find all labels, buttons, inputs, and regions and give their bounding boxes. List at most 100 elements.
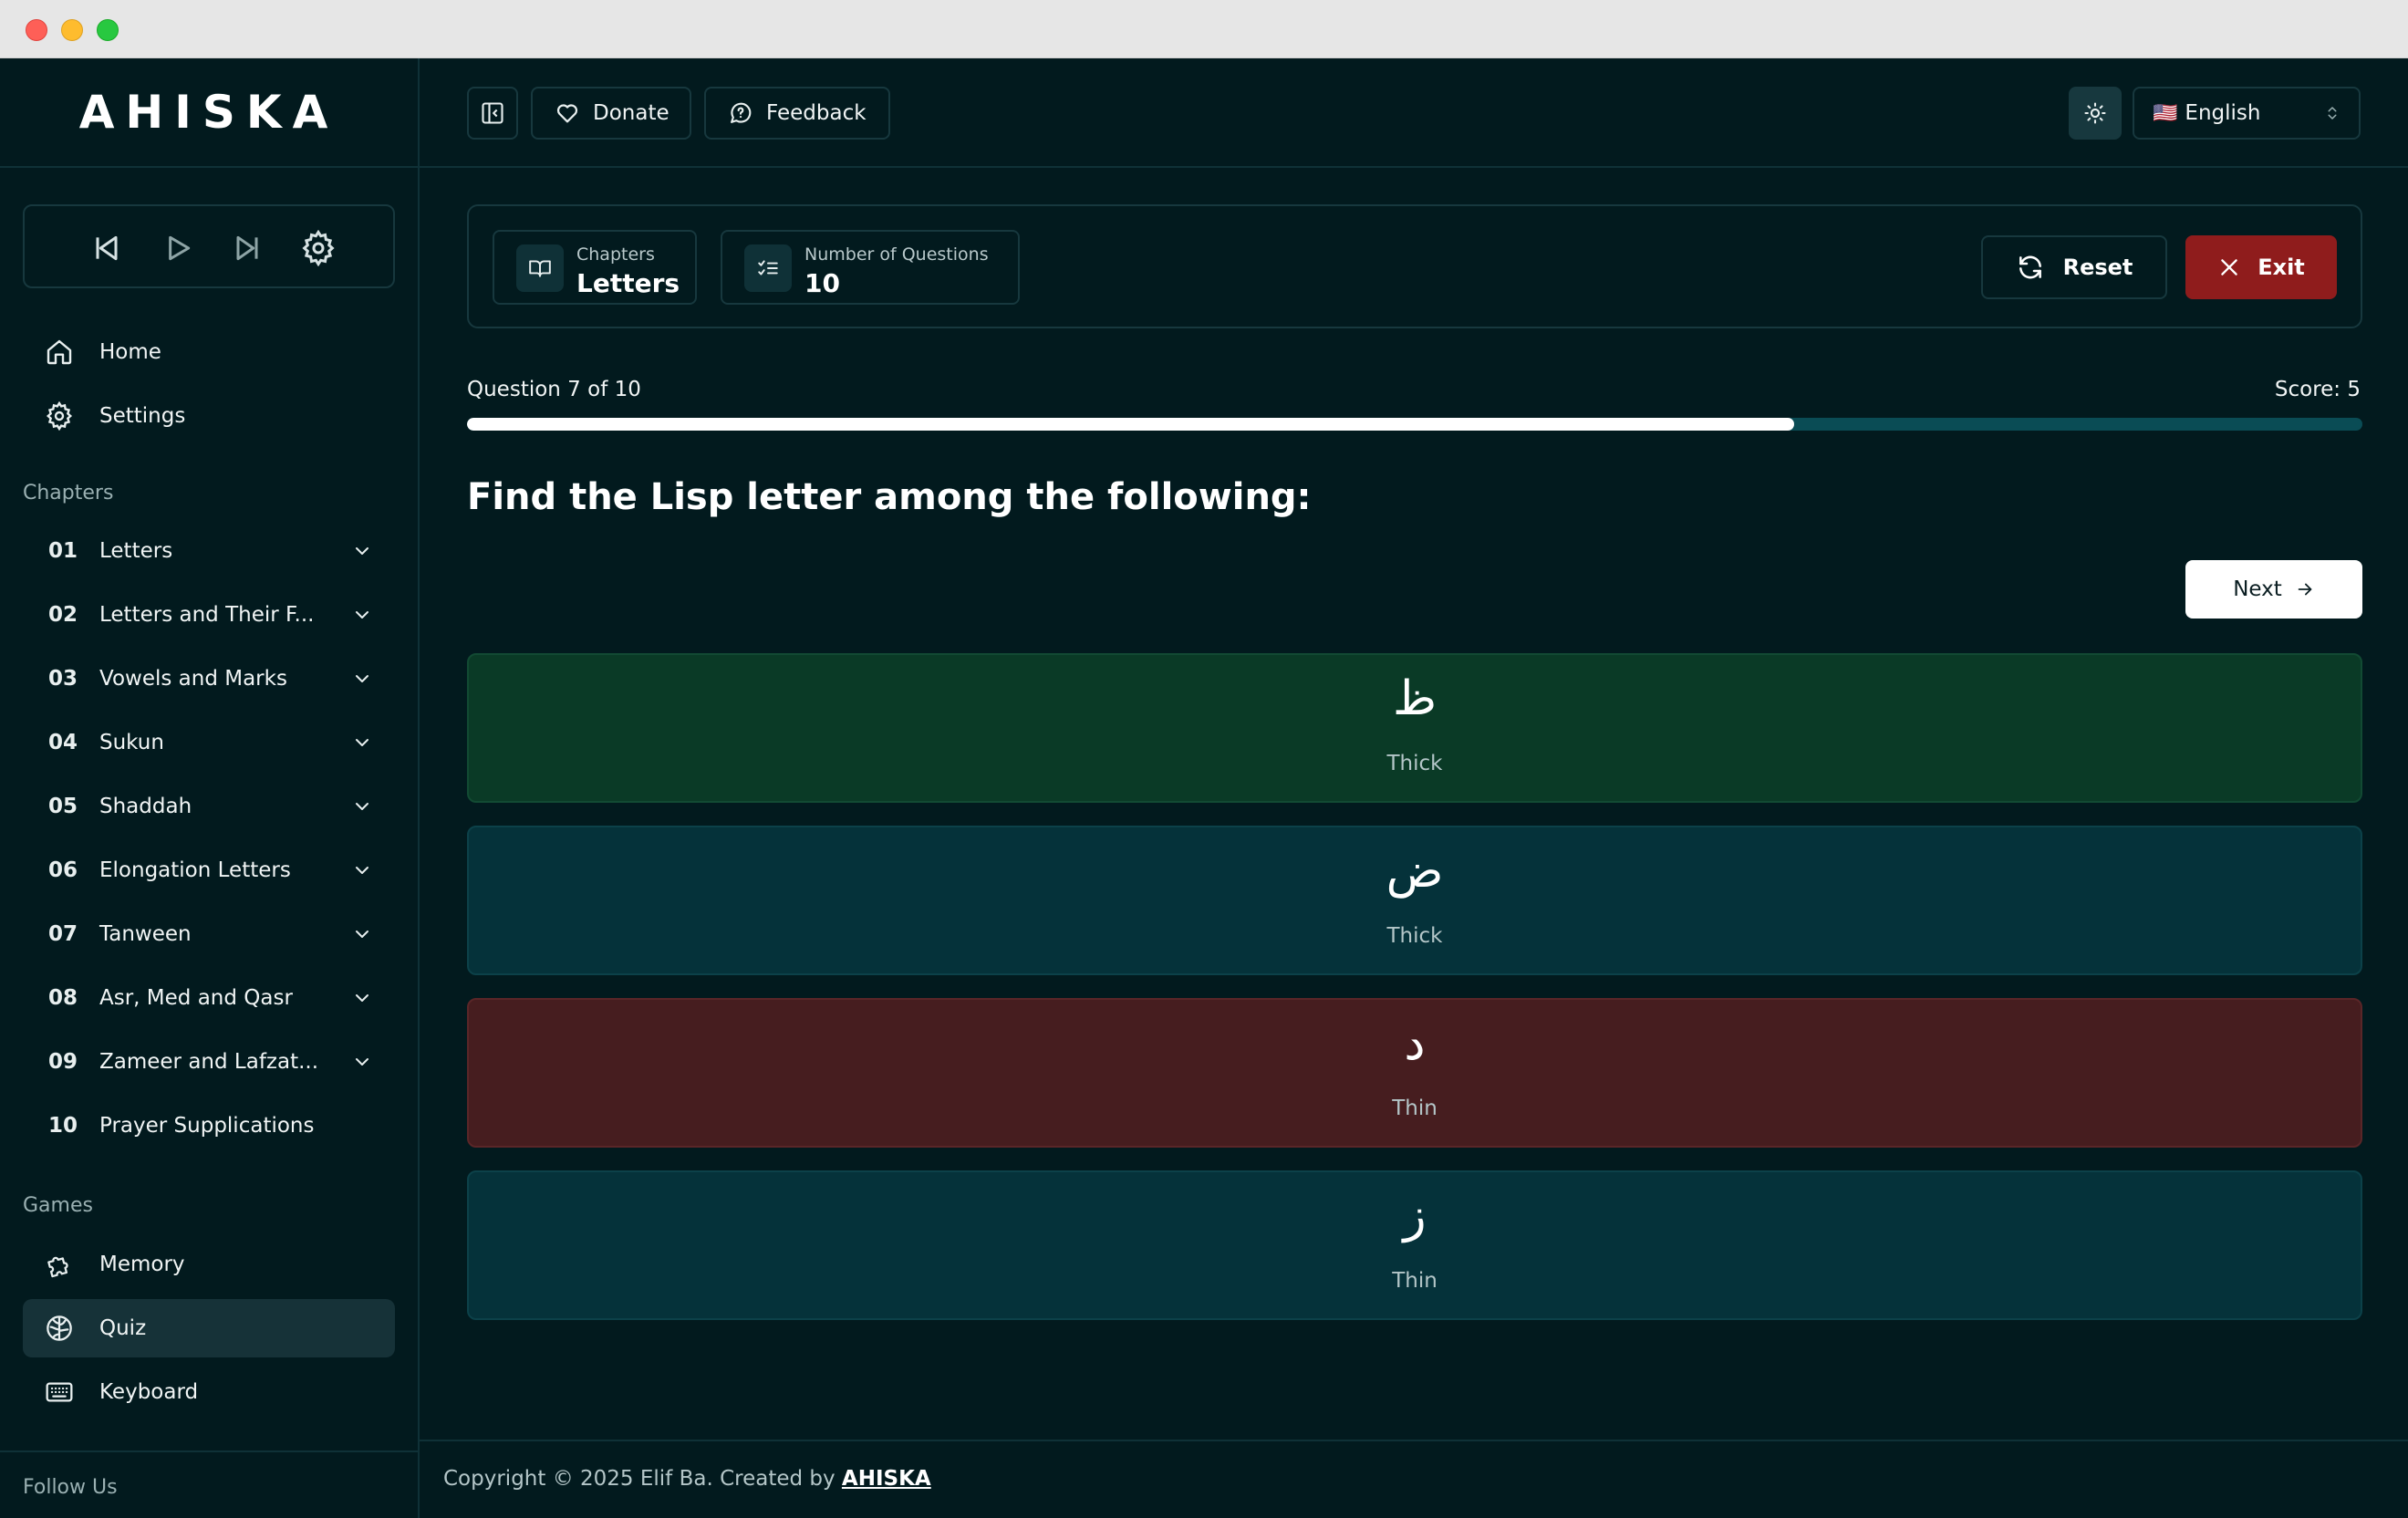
chapter-label: Sukun <box>99 731 164 754</box>
game-quiz-label: Quiz <box>99 1316 147 1340</box>
option-letter: د <box>1404 1016 1426 1071</box>
option-type: Thin <box>1392 1097 1438 1120</box>
brand-logo[interactable]: AHISKA <box>0 58 418 168</box>
book-open-icon <box>516 244 564 292</box>
donate-button[interactable]: Donate <box>531 87 691 140</box>
chapter-label: Prayer Supplications <box>99 1114 315 1138</box>
nav-settings[interactable]: Settings <box>23 387 395 445</box>
skip-forward-icon[interactable] <box>229 230 265 266</box>
chapter-number: 05 <box>48 795 78 818</box>
chevron-down-icon[interactable] <box>351 795 373 817</box>
question-progress-text: Question 7 of 10 <box>467 378 641 401</box>
sidebar-divider <box>0 1450 418 1452</box>
answer-option-2[interactable]: ض Thick <box>467 826 2362 975</box>
refresh-icon <box>2019 255 2041 279</box>
games-heading: Games <box>23 1194 93 1217</box>
chapter-label: Letters and Their F... <box>99 603 315 627</box>
chapter-number: 04 <box>48 731 78 754</box>
question-text: Find the Lisp letter among the following… <box>467 476 1312 518</box>
chevron-down-icon[interactable] <box>351 987 373 1009</box>
score-text: Score: 5 <box>2274 378 2361 401</box>
chapter-item-vowels[interactable]: 03 Vowels and Marks <box>23 650 395 707</box>
brain-icon <box>45 1314 74 1343</box>
chevron-down-icon[interactable] <box>351 604 373 626</box>
feedback-label: Feedback <box>766 101 867 125</box>
player-settings-icon[interactable] <box>300 229 337 267</box>
chapter-label: Vowels and Marks <box>99 667 287 691</box>
chapter-number: 07 <box>48 922 78 946</box>
brand-name: AHISKA <box>78 86 339 139</box>
game-quiz[interactable]: Quiz <box>23 1299 395 1357</box>
puzzle-icon <box>45 1250 74 1279</box>
chapter-number: 10 <box>48 1114 78 1138</box>
chapter-number: 09 <box>48 1050 78 1074</box>
minimize-window-button[interactable] <box>61 19 83 41</box>
chapter-label: Letters <box>99 539 173 563</box>
chapter-item-shaddah[interactable]: 05 Shaddah <box>23 778 395 835</box>
chapter-label: Asr, Med and Qasr <box>99 986 293 1010</box>
exit-label: Exit <box>2258 255 2305 280</box>
footer-ahiska-link[interactable]: AHISKA <box>842 1467 931 1491</box>
progress-bar <box>467 418 2362 431</box>
sun-icon <box>2084 102 2106 124</box>
option-type: Thin <box>1392 1269 1438 1293</box>
keyboard-icon <box>45 1378 74 1407</box>
follow-us-heading: Follow Us <box>23 1476 118 1499</box>
reset-label: Reset <box>2062 255 2133 280</box>
sidebar-toggle-icon <box>482 102 503 124</box>
toggle-sidebar-button[interactable] <box>467 87 518 140</box>
answer-option-3[interactable]: د Thin <box>467 998 2362 1148</box>
option-type: Thick <box>1386 924 1443 948</box>
option-letter: ز <box>1403 1189 1427 1243</box>
next-label: Next <box>2233 577 2282 601</box>
chapter-item-letters-forms[interactable]: 02 Letters and Their F... <box>23 587 395 643</box>
chapter-item-asr-med-qasr[interactable]: 08 Asr, Med and Qasr <box>23 970 395 1026</box>
chapter-item-sukun[interactable]: 04 Sukun <box>23 714 395 771</box>
chapters-chip[interactable]: Chapters Letters <box>493 230 697 305</box>
game-keyboard[interactable]: Keyboard <box>23 1363 395 1421</box>
chevron-down-icon[interactable] <box>351 668 373 690</box>
chevron-down-icon[interactable] <box>351 540 373 562</box>
feedback-button[interactable]: Feedback <box>704 87 890 140</box>
chapter-item-prayer-supplications[interactable]: 10 Prayer Supplications <box>23 1097 395 1154</box>
chevron-down-icon[interactable] <box>351 732 373 754</box>
nav-home[interactable]: Home <box>23 323 395 381</box>
footer: Copyright © 2025 Elif Ba. Created by AHI… <box>420 1440 2408 1518</box>
audio-player <box>23 204 395 288</box>
chevron-down-icon[interactable] <box>351 859 373 881</box>
answer-option-1[interactable]: ظ Thick <box>467 653 2362 803</box>
chapter-label: Shaddah <box>99 795 192 818</box>
chapter-item-letters[interactable]: 01 Letters <box>23 523 395 579</box>
theme-toggle-button[interactable] <box>2069 87 2122 140</box>
chapter-number: 02 <box>48 603 78 627</box>
zoom-window-button[interactable] <box>97 19 119 41</box>
chapter-item-tanween[interactable]: 07 Tanween <box>23 906 395 962</box>
chapter-number: 08 <box>48 986 78 1010</box>
chapter-number: 01 <box>48 539 78 563</box>
question-count-chip[interactable]: Number of Questions 10 <box>721 230 1020 305</box>
play-icon[interactable] <box>160 230 196 266</box>
exit-button[interactable]: Exit <box>2185 235 2337 299</box>
option-type: Thick <box>1386 752 1443 775</box>
heart-icon <box>556 104 578 123</box>
sidebar: AHISKA Home Settings Chapters 01 Letters <box>0 58 420 1518</box>
chevron-down-icon[interactable] <box>351 1051 373 1073</box>
next-button[interactable]: Next <box>2185 560 2362 619</box>
reset-button[interactable]: Reset <box>1981 235 2167 299</box>
gear-icon <box>45 400 74 431</box>
chapter-label: Tanween <box>99 922 192 946</box>
game-memory[interactable]: Memory <box>23 1235 395 1294</box>
skip-back-icon[interactable] <box>88 230 125 266</box>
progress-bar-fill <box>467 418 1794 431</box>
chapter-item-zameer[interactable]: 09 Zameer and Lafzat... <box>23 1034 395 1090</box>
donate-label: Donate <box>593 101 669 125</box>
nav-home-label: Home <box>99 340 161 364</box>
chapters-value: Letters <box>576 268 680 298</box>
chevron-down-icon[interactable] <box>351 923 373 945</box>
answer-option-4[interactable]: ز Thin <box>467 1170 2362 1320</box>
chapter-item-elongation[interactable]: 06 Elongation Letters <box>23 842 395 899</box>
questions-caption: Number of Questions <box>804 244 989 265</box>
language-select[interactable]: 🇺🇸 English <box>2133 87 2361 140</box>
close-window-button[interactable] <box>26 19 47 41</box>
chapter-number: 03 <box>48 667 78 691</box>
